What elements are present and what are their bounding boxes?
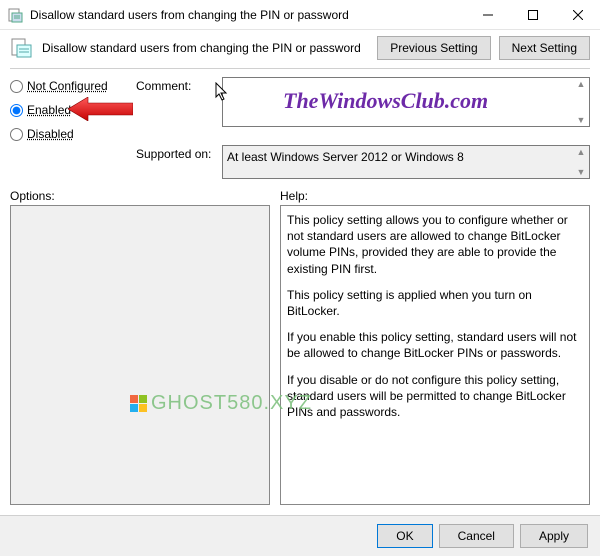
supported-textbox: At least Windows Server 2012 or Windows … (222, 145, 590, 179)
comment-textbox[interactable]: ▲▼ (222, 77, 590, 127)
window-controls (465, 0, 600, 29)
apply-button[interactable]: Apply (520, 524, 588, 548)
minimize-button[interactable] (465, 0, 510, 29)
radio-enabled-label: Enabled (27, 103, 71, 117)
comment-scroll[interactable]: ▲▼ (574, 79, 588, 125)
help-p1: This policy setting allows you to config… (287, 212, 583, 277)
radio-not-configured[interactable]: Not Configured (10, 79, 130, 93)
help-p3: If you enable this policy setting, stand… (287, 329, 583, 361)
help-panel: This policy setting allows you to config… (280, 205, 590, 505)
state-radio-group: Not Configured Enabled Disabled (10, 77, 130, 141)
maximize-button[interactable] (510, 0, 555, 29)
separator (10, 68, 590, 69)
help-p4: If you disable or do not configure this … (287, 372, 583, 421)
radio-not-configured-input[interactable] (10, 80, 23, 93)
policy-icon (8, 7, 24, 23)
supported-value: At least Windows Server 2012 or Windows … (227, 150, 464, 164)
radio-disabled-input[interactable] (10, 128, 23, 141)
help-label: Help: (280, 189, 590, 203)
window-title: Disallow standard users from changing th… (30, 8, 465, 22)
help-p2: This policy setting is applied when you … (287, 287, 583, 319)
policy-header: Disallow standard users from changing th… (10, 36, 590, 60)
radio-not-configured-label: Not Configured (27, 79, 108, 93)
options-panel (10, 205, 270, 505)
supported-scroll[interactable]: ▲▼ (574, 147, 588, 177)
close-button[interactable] (555, 0, 600, 29)
next-setting-button[interactable]: Next Setting (499, 36, 590, 60)
ok-button[interactable]: OK (377, 524, 432, 548)
titlebar: Disallow standard users from changing th… (0, 0, 600, 30)
cancel-button[interactable]: Cancel (439, 524, 514, 548)
radio-enabled-input[interactable] (10, 104, 23, 117)
supported-label: Supported on: (136, 145, 216, 161)
policy-icon-large (10, 36, 34, 60)
help-text: This policy setting allows you to config… (287, 212, 583, 420)
policy-title: Disallow standard users from changing th… (42, 41, 369, 55)
options-label: Options: (10, 189, 270, 203)
dialog-footer: OK Cancel Apply (0, 515, 600, 556)
radio-disabled-label: Disabled (27, 127, 74, 141)
previous-setting-button[interactable]: Previous Setting (377, 36, 490, 60)
radio-disabled[interactable]: Disabled (10, 127, 130, 141)
radio-enabled[interactable]: Enabled (10, 103, 130, 117)
comment-label: Comment: (136, 77, 216, 93)
